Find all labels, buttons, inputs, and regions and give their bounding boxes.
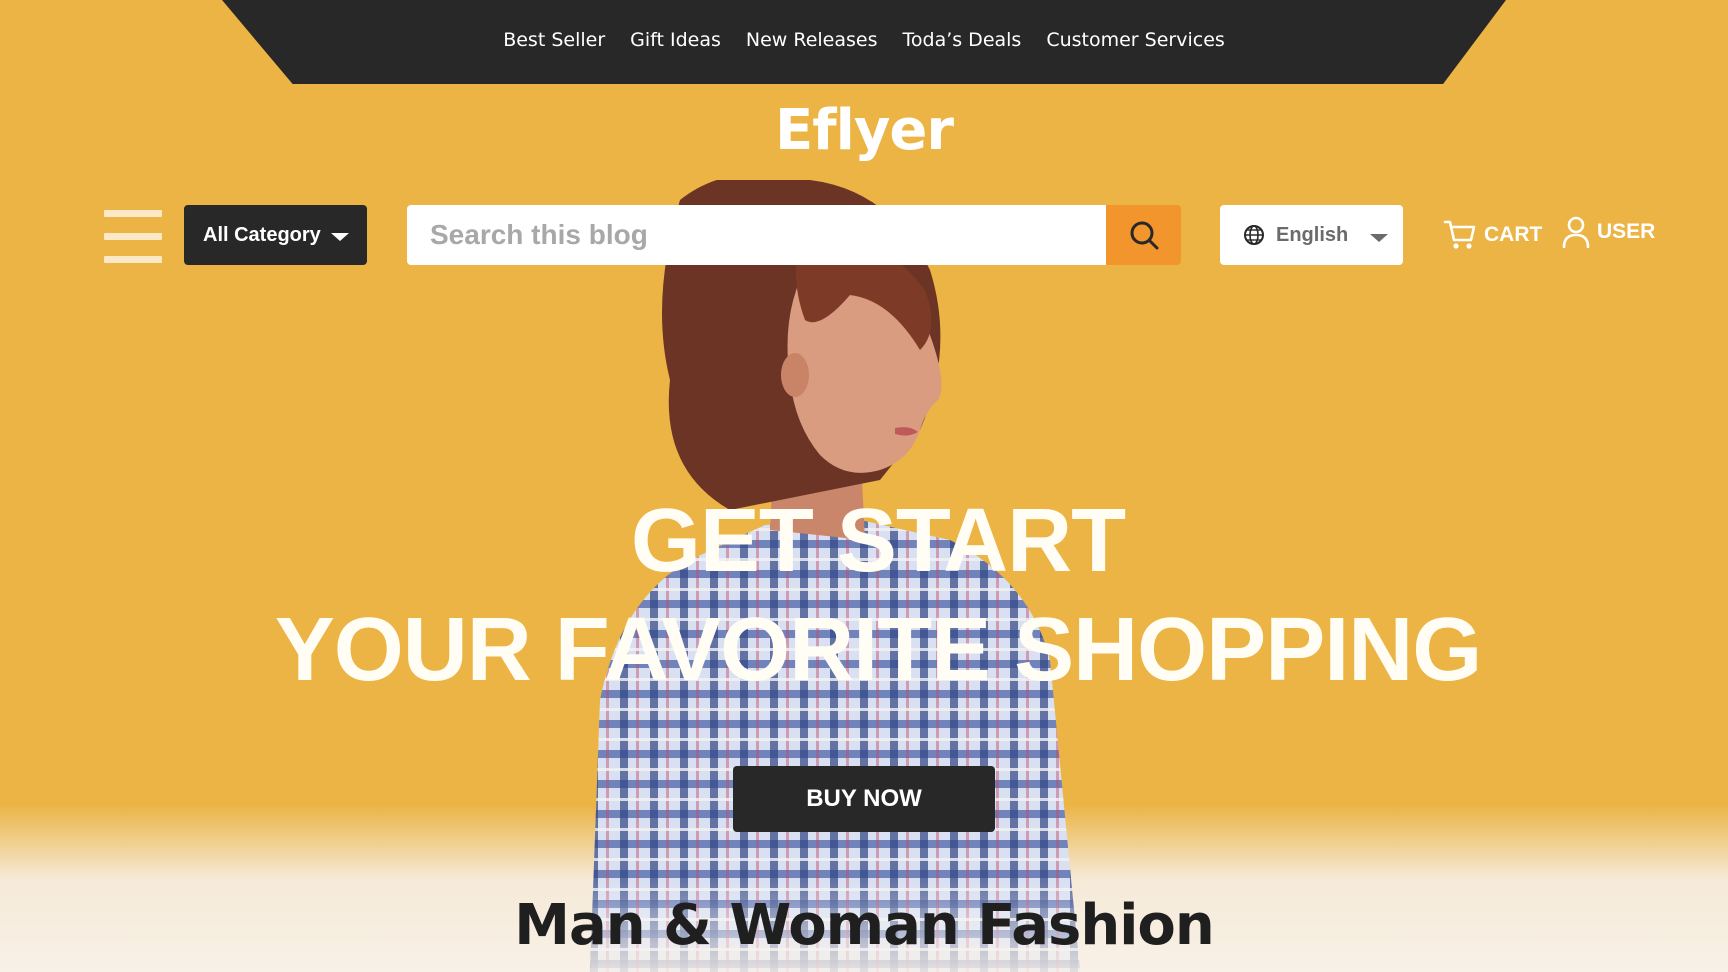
all-category-dropdown[interactable]: All Category [184,205,367,265]
section-title: Man & Woman Fashion [514,893,1214,958]
user-button[interactable]: USER [1562,216,1655,248]
hamburger-icon[interactable] [104,210,162,264]
search-button[interactable] [1106,205,1181,265]
language-label: English [1276,223,1349,246]
language-selector[interactable]: English [1220,205,1403,265]
globe-icon [1243,224,1265,246]
nav-link-gift-ideas[interactable]: Gift Ideas [630,29,721,51]
search-icon [1130,221,1158,250]
all-category-label: All Category [203,223,321,246]
top-navigation: Best Seller Gift Ideas New Releases Toda… [222,0,1506,84]
hero-headline-line1: GET START [630,491,1126,591]
user-icon [1562,216,1590,248]
nav-link-new-releases[interactable]: New Releases [746,29,878,51]
cart-label: CART [1484,223,1543,246]
cart-icon [1443,220,1476,249]
search-input[interactable] [407,205,1107,265]
brand-logo[interactable]: Eflyer [0,98,1728,163]
chevron-down-icon [331,233,349,241]
chevron-down-icon [1370,234,1388,242]
nav-link-todays-deals[interactable]: Toda’s Deals [903,29,1022,51]
cart-button[interactable]: CART [1443,218,1542,252]
nav-link-customer-services[interactable]: Customer Services [1046,29,1224,51]
buy-now-button[interactable]: BUY NOW [733,766,995,832]
hero-headline-line2: YOUR FAVORITE SHOPPING [274,600,1483,700]
nav-link-best-seller[interactable]: Best Seller [503,29,605,51]
user-label: USER [1597,220,1656,243]
